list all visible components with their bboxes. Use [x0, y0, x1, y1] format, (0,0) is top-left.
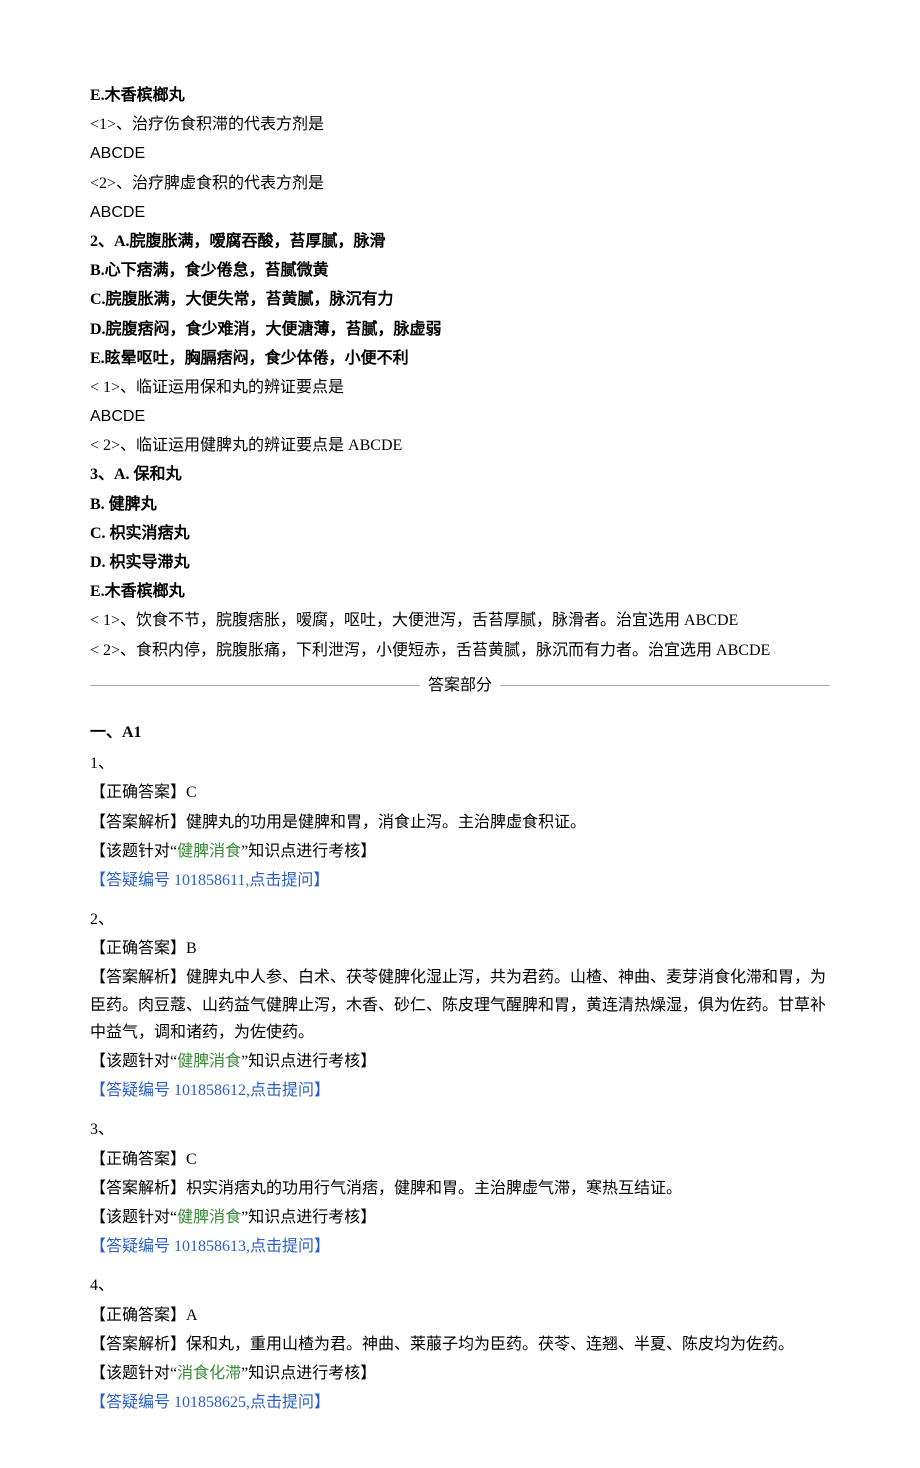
answer-analysis: 【答案解析】健脾丸的功用是健脾和胃，消食止泻。主治脾虚食积证。: [90, 809, 830, 836]
option-e: E.木香槟榔丸: [90, 82, 830, 109]
qa-link[interactable]: 【答疑编号 101858611,点击提问】: [90, 872, 329, 889]
correct-answer-line: 【正确答案】A: [90, 1302, 830, 1329]
q3-option-b: B. 健脾丸: [90, 491, 830, 518]
qa-link[interactable]: 【答疑编号 101858613,点击提问】: [90, 1238, 330, 1255]
qa-link-line[interactable]: 【答疑编号 101858612,点击提问】: [90, 1077, 830, 1104]
subquestion-1-1: <1>、治疗伤食积滞的代表方剂是: [90, 111, 830, 138]
topic-keyword: 消食化滞: [177, 1365, 241, 1382]
q3-option-c: C. 枳实消痞丸: [90, 520, 830, 547]
q2-sub1-choices: ABCDE: [90, 403, 830, 430]
answer-topic: 【该题针对“消食化滞”知识点进行考核】: [90, 1360, 830, 1387]
q3-sub2: < 2>、食积内停，脘腹胀痛，下利泄泻，小便短赤，舌苔黄腻，脉沉而有力者。治宜选…: [90, 637, 830, 664]
qa-link-line[interactable]: 【答疑编号 101858611,点击提问】: [90, 867, 830, 894]
q2-sub2: < 2>、临证运用健脾丸的辨证要点是 ABCDE: [90, 432, 830, 459]
q3-sub1: < 1>、饮食不节，脘腹痞胀，嗳腐，呕吐，大便泄泻，舌苔厚腻，脉滑者。治宜选用 …: [90, 607, 830, 634]
answer-topic: 【该题针对“健脾消食”知识点进行考核】: [90, 1048, 830, 1075]
qa-link[interactable]: 【答疑编号 101858625,点击提问】: [90, 1394, 330, 1411]
q2-option-d: D.脘腹痞闷，食少难消，大便溏薄，苔腻，脉虚弱: [90, 316, 830, 343]
answer-analysis: 【答案解析】健脾丸中人参、白术、茯苓健脾化湿止泻，共为君药。山楂、神曲、麦芽消食…: [90, 964, 830, 1046]
topic-keyword: 健脾消食: [177, 843, 241, 860]
q3-option-a: 3、A. 保和丸: [90, 461, 830, 488]
correct-answer-line: 【正确答案】B: [90, 935, 830, 962]
answer-number: 4、: [90, 1272, 830, 1299]
answer-number: 1、: [90, 750, 830, 777]
subquestion-1-2: <2>、治疗脾虚食积的代表方剂是: [90, 170, 830, 197]
answer-topic: 【该题针对“健脾消食”知识点进行考核】: [90, 838, 830, 865]
q2-option-e: E.眩晕呕吐，胸膈痞闷，食少体倦，小便不利: [90, 345, 830, 372]
q2-option-b: B.心下痞满，食少倦怠，苔腻微黄: [90, 257, 830, 284]
topic-keyword: 健脾消食: [177, 1209, 241, 1226]
q2-sub1: < 1>、临证运用保和丸的辨证要点是: [90, 374, 830, 401]
q3-option-e: E.木香槟榔丸: [90, 578, 830, 605]
answer-section-header: 答案部分: [90, 672, 830, 699]
q2-option-c: C.脘腹胀满，大便失常，苔黄腻，脉沉有力: [90, 286, 830, 313]
choice-letters-1-2: ABCDE: [90, 199, 830, 226]
answer-number: 2、: [90, 906, 830, 933]
section-a1-label: 一、A1: [90, 719, 830, 746]
topic-keyword: 健脾消食: [177, 1053, 241, 1070]
answer-analysis: 【答案解析】枳实消痞丸的功用行气消痞，健脾和胃。主治脾虚气滞，寒热互结证。: [90, 1175, 830, 1202]
qa-link-line[interactable]: 【答疑编号 101858613,点击提问】: [90, 1233, 830, 1260]
q3-option-d: D. 枳实导滞丸: [90, 549, 830, 576]
q2-option-a: 2、A.脘腹胀满，嗳腐吞酸，苔厚腻，脉滑: [90, 228, 830, 255]
answer-topic: 【该题针对“健脾消食”知识点进行考核】: [90, 1204, 830, 1231]
correct-answer-line: 【正确答案】C: [90, 779, 830, 806]
qa-link[interactable]: 【答疑编号 101858612,点击提问】: [90, 1082, 330, 1099]
answer-analysis: 【答案解析】保和丸，重用山楂为君。神曲、莱菔子均为臣药。茯苓、连翘、半夏、陈皮均…: [90, 1331, 830, 1358]
answer-number: 3、: [90, 1116, 830, 1143]
choice-letters-1-1: ABCDE: [90, 140, 830, 167]
correct-answer-line: 【正确答案】C: [90, 1146, 830, 1173]
qa-link-line[interactable]: 【答疑编号 101858625,点击提问】: [90, 1389, 830, 1416]
